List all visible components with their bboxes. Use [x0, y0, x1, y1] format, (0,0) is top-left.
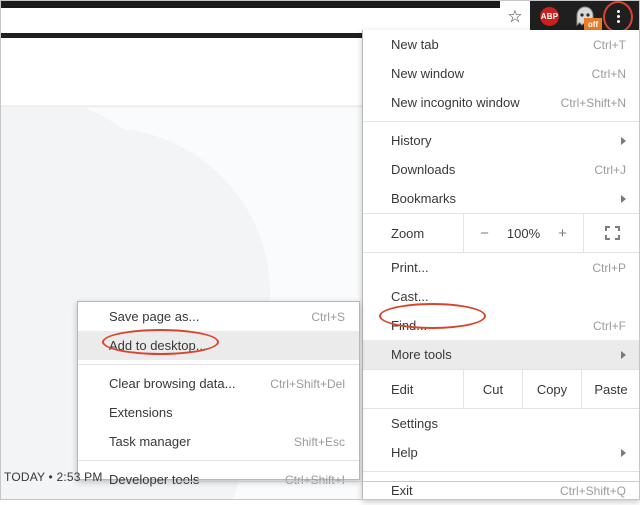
- submenu-item-save-page-as[interactable]: Save page as... Ctrl+S: [78, 302, 359, 331]
- submenu-item-label: Task manager: [109, 434, 191, 449]
- edit-label: Edit: [391, 381, 414, 397]
- menu-edit-row[interactable]: Edit Cut Copy Paste: [363, 369, 640, 409]
- menu-separator: [363, 471, 640, 472]
- zoom-out-button[interactable]: −: [480, 226, 489, 241]
- menu-item-label: Settings: [391, 416, 438, 431]
- fullscreen-icon: [604, 226, 620, 240]
- status-divider: [180, 481, 640, 482]
- submenu-item-clear-browsing-data[interactable]: Clear browsing data... Ctrl+Shift+Del: [78, 369, 359, 398]
- menu-item-accel: Ctrl+J: [594, 162, 626, 177]
- menu-item-new-window[interactable]: New window Ctrl+N: [363, 59, 640, 88]
- menu-item-label: Cast...: [391, 289, 429, 304]
- menu-item-label: New tab: [391, 37, 439, 52]
- submenu-item-accel: Shift+Esc: [293, 434, 345, 449]
- submenu-item-accel: Ctrl+Shift+Del: [270, 376, 345, 391]
- menu-item-accel: Ctrl+Shift+Q: [559, 483, 626, 498]
- zoom-level-value: 100%: [506, 225, 541, 241]
- chevron-right-icon: [621, 448, 626, 457]
- menu-item-accel: Ctrl+P: [592, 260, 626, 275]
- menu-item-label: More tools: [391, 347, 452, 362]
- zoom-controls[interactable]: − 100% +: [463, 214, 584, 252]
- submenu-item-label: Developer tools: [109, 472, 200, 487]
- menu-item-accel: Ctrl+T: [593, 37, 626, 52]
- menu-zoom-row[interactable]: Zoom − 100% +: [363, 213, 640, 253]
- edit-copy-button[interactable]: Copy: [522, 370, 581, 408]
- menu-item-help[interactable]: Help: [363, 438, 640, 467]
- menu-item-print[interactable]: Print... Ctrl+P: [363, 253, 640, 282]
- submenu-item-task-manager[interactable]: Task manager Shift+Esc: [78, 427, 359, 456]
- adblock-plus-icon[interactable]: ABP: [540, 7, 559, 26]
- menu-item-settings[interactable]: Settings: [363, 409, 640, 438]
- menu-item-label: History: [391, 133, 432, 148]
- menu-item-new-incognito-window[interactable]: New incognito window Ctrl+Shift+N: [363, 88, 640, 117]
- menu-item-cast[interactable]: Cast...: [363, 282, 640, 311]
- submenu-item-label: Add to desktop...: [109, 338, 207, 353]
- menu-item-accel: Ctrl+F: [593, 318, 626, 333]
- menu-item-new-tab[interactable]: New tab Ctrl+T: [363, 30, 640, 59]
- menu-item-label: Downloads: [391, 162, 456, 177]
- submenu-item-label: Clear browsing data...: [109, 376, 236, 391]
- submenu-item-accel: Ctrl+S: [311, 309, 345, 324]
- menu-item-downloads[interactable]: Downloads Ctrl+J: [363, 155, 640, 184]
- edit-cut-button[interactable]: Cut: [463, 370, 522, 408]
- chevron-right-icon: [621, 194, 626, 203]
- menu-item-label: Bookmarks: [391, 191, 457, 206]
- menu-item-more-tools[interactable]: More tools: [363, 340, 640, 369]
- menu-item-find[interactable]: Find... Ctrl+F: [363, 311, 640, 340]
- star-bookmark-icon: ☆: [507, 7, 523, 26]
- submenu-item-accel: Ctrl+Shift+I: [284, 472, 345, 487]
- menu-item-bookmarks[interactable]: Bookmarks: [363, 184, 640, 213]
- menu-item-label: New incognito window: [391, 95, 520, 110]
- chevron-right-icon: [621, 136, 626, 145]
- submenu-item-developer-tools[interactable]: Developer tools Ctrl+Shift+I: [78, 465, 359, 494]
- menu-item-history[interactable]: History: [363, 126, 640, 155]
- submenu-separator: [78, 460, 359, 461]
- zoom-in-button[interactable]: +: [558, 226, 567, 241]
- menu-item-label: Help: [391, 445, 418, 460]
- fullscreen-button[interactable]: [584, 214, 640, 252]
- chrome-main-menu[interactable]: New tab Ctrl+T New window Ctrl+N New inc…: [362, 30, 640, 500]
- menu-item-label: New window: [391, 66, 464, 81]
- menu-item-accel: Ctrl+N: [591, 66, 626, 81]
- submenu-item-label: Extensions: [109, 405, 173, 420]
- menu-item-label: Find...: [391, 318, 428, 333]
- more-tools-submenu[interactable]: Save page as... Ctrl+S Add to desktop...…: [77, 301, 360, 486]
- menu-item-label: Exit: [391, 483, 413, 498]
- abp-label: ABP: [540, 12, 559, 21]
- status-timestamp: TODAY • 2:53 PM: [4, 470, 103, 484]
- menu-item-accel: Ctrl+Shift+N: [560, 95, 626, 110]
- menu-separator: [363, 121, 640, 122]
- menu-item-label: Print...: [391, 260, 429, 275]
- zoom-label: Zoom: [391, 225, 425, 241]
- edit-paste-button[interactable]: Paste: [581, 370, 640, 408]
- menu-button-highlight-annotation: [603, 1, 633, 33]
- submenu-item-add-to-desktop[interactable]: Add to desktop...: [78, 331, 359, 360]
- submenu-item-label: Save page as...: [109, 309, 200, 324]
- chevron-right-icon: [621, 350, 626, 359]
- bookmark-star-button[interactable]: ☆: [500, 0, 530, 33]
- submenu-item-extensions[interactable]: Extensions: [78, 398, 359, 427]
- submenu-separator: [78, 364, 359, 365]
